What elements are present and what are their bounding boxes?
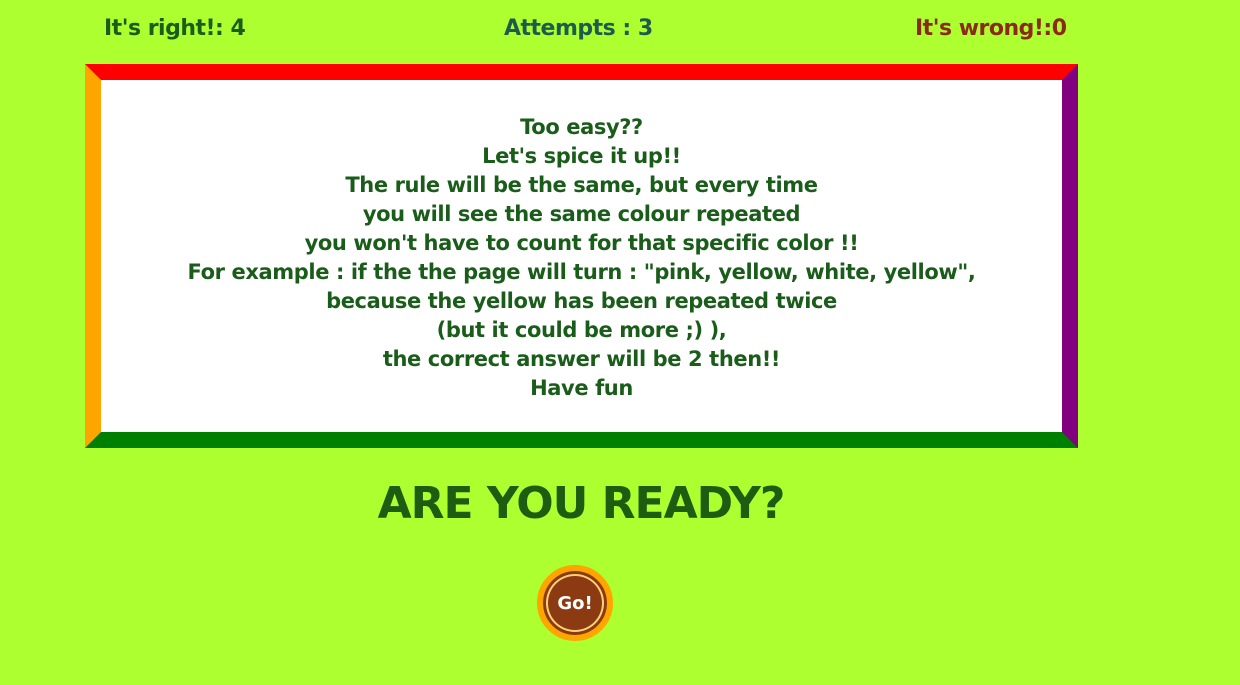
instruction-line: Too easy?? (520, 115, 643, 139)
instruction-line: The rule will be the same, but every tim… (345, 173, 818, 197)
instruction-line: the correct answer will be 2 then!! (382, 347, 781, 371)
instruction-line: you will see the same colour repeated (362, 202, 801, 226)
attempts-counter: Attempts : 3 (504, 16, 653, 41)
go-button[interactable]: Go! (537, 565, 613, 641)
wrong-score: It's wrong!:0 (915, 16, 1067, 41)
instructions-frame: Too easy?? Let's spice it up!! The rule … (85, 64, 1078, 448)
right-score: It's right!: 4 (104, 16, 246, 41)
instructions-text: Too easy?? Let's spice it up!! The rule … (101, 113, 1062, 403)
game-page: It's right!: 4 Attempts : 3 It's wrong!:… (0, 0, 1240, 685)
instruction-line: For example : if the the page will turn … (187, 260, 976, 284)
instruction-line: you won't have to count for that specifi… (304, 231, 859, 255)
instruction-line: Have fun (530, 376, 633, 400)
instruction-line: Let's spice it up!! (482, 144, 681, 168)
ready-heading: ARE YOU READY? (377, 478, 786, 529)
instruction-line: because the yellow has been repeated twi… (326, 289, 837, 313)
instruction-line: (but it could be more ;) ), (436, 318, 727, 342)
